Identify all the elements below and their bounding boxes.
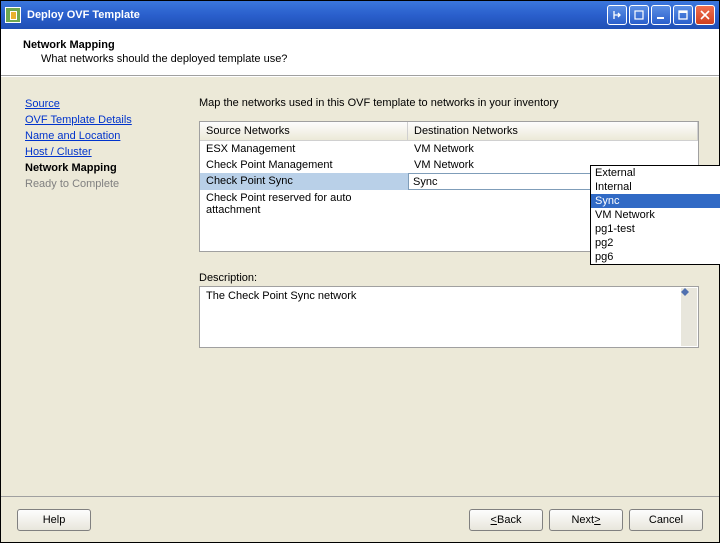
dropdown-option[interactable]: pg2 <box>591 236 720 250</box>
dropdown-options: ExternalInternalSyncVM Networkpg1-testpg… <box>591 166 720 264</box>
wizard-step-2[interactable]: Name and Location <box>25 129 163 143</box>
next-button[interactable]: Next > <box>549 509 623 531</box>
destination-network-cell[interactable]: VM Network <box>408 141 698 157</box>
source-network-cell: Check Point Sync <box>200 173 408 190</box>
arrange-right-icon[interactable] <box>629 5 649 25</box>
cancel-button[interactable]: Cancel <box>629 509 703 531</box>
window-title: Deploy OVF Template <box>27 9 607 21</box>
dropdown-option[interactable]: pg6 <box>591 250 720 264</box>
description-scrollbar[interactable] <box>681 288 697 346</box>
grid-header: Source Networks Destination Networks <box>200 122 698 141</box>
close-icon[interactable] <box>695 5 715 25</box>
destination-dropdown-list[interactable]: ExternalInternalSyncVM Networkpg1-testpg… <box>590 165 720 265</box>
description-label: Description: <box>199 272 699 284</box>
maximize-icon[interactable] <box>673 5 693 25</box>
app-icon <box>5 7 21 23</box>
titlebar: Deploy OVF Template <box>1 1 719 29</box>
minimize-icon[interactable] <box>651 5 671 25</box>
back-button[interactable]: < Back <box>469 509 543 531</box>
col-source-networks[interactable]: Source Networks <box>200 122 408 140</box>
table-row[interactable]: ESX ManagementVM Network <box>200 141 698 157</box>
wizard-steps: Source OVF Template Details Name and Locat… <box>1 77 171 496</box>
main-panel: Map the networks used in this OVF templa… <box>171 77 719 496</box>
wizard-step-5: Ready to Complete <box>25 177 163 191</box>
arrange-left-icon[interactable] <box>607 5 627 25</box>
dropdown-option[interactable]: Internal <box>591 180 720 194</box>
scroll-down-icon[interactable] <box>681 292 697 296</box>
wizard-step-3[interactable]: Host / Cluster <box>25 145 163 159</box>
instruction-text: Map the networks used in this OVF templa… <box>199 97 699 109</box>
deploy-ovf-window: Deploy OVF Template Network Mapping What… <box>0 0 720 543</box>
help-button[interactable]: Help <box>17 509 91 531</box>
wizard-body: Source OVF Template Details Name and Locat… <box>1 76 719 496</box>
wizard-step-0[interactable]: Source <box>25 97 163 111</box>
source-network-cell: Check Point Management <box>200 157 408 173</box>
page-title: Network Mapping <box>23 39 703 51</box>
wizard-footer: Help < Back Next > Cancel <box>1 496 719 542</box>
source-network-cell: Check Point reserved for auto attachment <box>200 190 408 218</box>
wizard-step-4: Network Mapping <box>25 161 163 175</box>
dropdown-option[interactable]: External <box>591 166 720 180</box>
source-network-cell: ESX Management <box>200 141 408 157</box>
description-text: The Check Point Sync network <box>206 290 356 302</box>
window-controls <box>607 5 715 25</box>
dropdown-option[interactable]: VM Network <box>591 208 720 222</box>
page-subtitle: What networks should the deployed templa… <box>41 53 703 65</box>
description-box: The Check Point Sync network <box>199 286 699 348</box>
dropdown-option[interactable]: Sync <box>591 194 720 208</box>
dropdown-option[interactable]: pg1-test <box>591 222 720 236</box>
wizard-header: Network Mapping What networks should the… <box>1 29 719 75</box>
col-destination-networks[interactable]: Destination Networks <box>408 122 698 140</box>
wizard-step-1[interactable]: OVF Template Details <box>25 113 163 127</box>
